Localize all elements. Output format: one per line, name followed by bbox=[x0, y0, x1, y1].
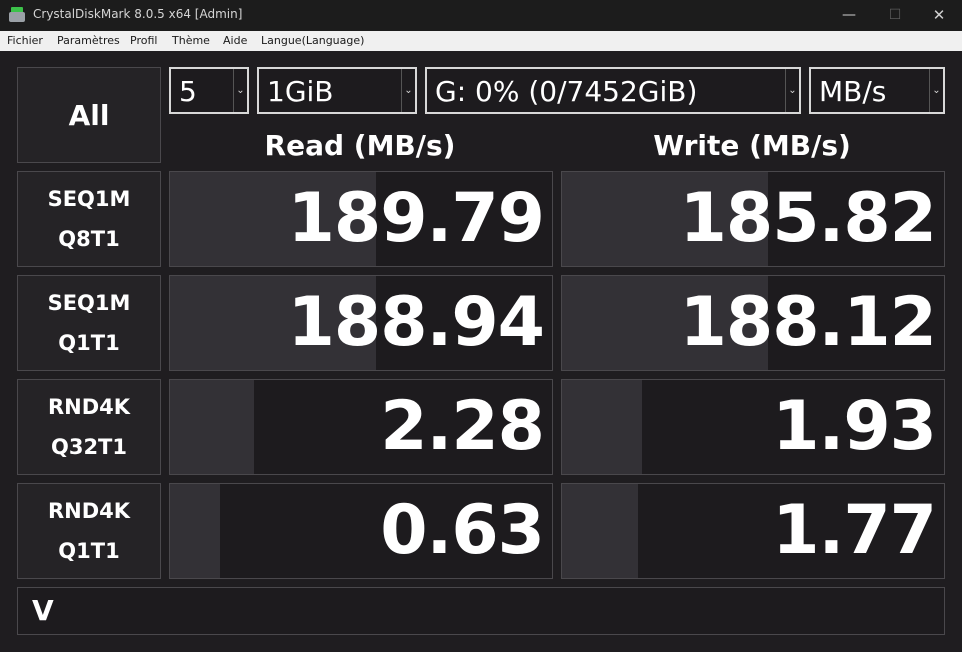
menu-langue[interactable]: Langue(Language) bbox=[261, 34, 364, 47]
menu-profil[interactable]: Profil bbox=[130, 34, 157, 47]
chevron-down-icon: ⌄ bbox=[785, 69, 799, 112]
test-size-select[interactable]: 1GiB ⌄ bbox=[257, 67, 417, 114]
menu-aide[interactable]: Aide bbox=[223, 34, 247, 47]
read-progress-bar bbox=[170, 484, 220, 578]
read-result-rnd4k-q32t1: 2.28 bbox=[169, 379, 553, 475]
test-button-rnd4k-q1t1[interactable]: RND4K Q1T1 bbox=[17, 483, 161, 579]
test-label-line2: Q1T1 bbox=[58, 539, 120, 563]
chevron-down-icon: ⌄ bbox=[233, 69, 247, 112]
test-count-value: 5 bbox=[179, 75, 197, 108]
menu-bar: Fichier Paramètres Profil Thème Aide Lan… bbox=[0, 31, 962, 51]
maximize-button[interactable]: ☐ bbox=[872, 0, 918, 31]
write-result-seq1m-q1t1: 188.12 bbox=[561, 275, 945, 371]
write-result-rnd4k-q1t1: 1.77 bbox=[561, 483, 945, 579]
menu-theme[interactable]: Thème bbox=[172, 34, 210, 47]
write-progress-bar bbox=[562, 380, 643, 474]
test-count-select[interactable]: 5 ⌄ bbox=[169, 67, 249, 114]
test-button-rnd4k-q32t1[interactable]: RND4K Q32T1 bbox=[17, 379, 161, 475]
chevron-down-icon: ⌄ bbox=[401, 69, 415, 112]
menu-fichier[interactable]: Fichier bbox=[7, 34, 43, 47]
test-label-line2: Q8T1 bbox=[58, 227, 120, 251]
test-label-line2: Q1T1 bbox=[58, 331, 120, 355]
read-progress-bar bbox=[170, 380, 255, 474]
read-result-rnd4k-q1t1: 0.63 bbox=[169, 483, 553, 579]
crystaldiskmark-app-icon bbox=[8, 7, 26, 24]
write-value: 185.82 bbox=[679, 179, 937, 258]
read-value: 0.63 bbox=[380, 491, 545, 570]
read-column-header: Read (MB/s) bbox=[264, 129, 456, 162]
test-label-line1: SEQ1M bbox=[47, 187, 131, 211]
drive-select[interactable]: G: 0% (0/7452GiB) ⌄ bbox=[425, 67, 801, 114]
unit-value: MB/s bbox=[819, 75, 887, 108]
test-label-line1: RND4K bbox=[47, 499, 131, 523]
chevron-down-icon: ⌄ bbox=[929, 69, 943, 112]
test-label-line1: SEQ1M bbox=[47, 291, 131, 315]
window-title: CrystalDiskMark 8.0.5 x64 [Admin] bbox=[33, 7, 243, 21]
close-button[interactable]: ✕ bbox=[916, 0, 962, 31]
write-value: 188.12 bbox=[679, 283, 937, 362]
comment-input[interactable]: V bbox=[17, 587, 945, 635]
write-value: 1.77 bbox=[772, 491, 937, 570]
minimize-button[interactable]: — bbox=[826, 0, 872, 31]
read-result-seq1m-q8t1: 189.79 bbox=[169, 171, 553, 267]
write-result-rnd4k-q32t1: 1.93 bbox=[561, 379, 945, 475]
test-button-seq1m-q1t1[interactable]: SEQ1M Q1T1 bbox=[17, 275, 161, 371]
drive-value: G: 0% (0/7452GiB) bbox=[435, 75, 698, 108]
write-value: 1.93 bbox=[772, 387, 937, 466]
test-label-line2: Q32T1 bbox=[50, 435, 127, 459]
read-result-seq1m-q1t1: 188.94 bbox=[169, 275, 553, 371]
write-progress-bar bbox=[562, 484, 639, 578]
test-button-seq1m-q8t1[interactable]: SEQ1M Q8T1 bbox=[17, 171, 161, 267]
all-button[interactable]: All bbox=[17, 67, 161, 163]
unit-select[interactable]: MB/s ⌄ bbox=[809, 67, 945, 114]
menu-parametres[interactable]: Paramètres bbox=[57, 34, 120, 47]
write-result-seq1m-q8t1: 185.82 bbox=[561, 171, 945, 267]
comment-text: V bbox=[32, 594, 54, 627]
test-size-value: 1GiB bbox=[267, 75, 334, 108]
read-value: 188.94 bbox=[287, 283, 545, 362]
test-label-line1: RND4K bbox=[47, 395, 131, 419]
write-column-header: Write (MB/s) bbox=[653, 129, 851, 162]
title-bar: CrystalDiskMark 8.0.5 x64 [Admin] — ☐ ✕ bbox=[0, 0, 962, 31]
read-value: 189.79 bbox=[287, 179, 545, 258]
read-value: 2.28 bbox=[380, 387, 545, 466]
